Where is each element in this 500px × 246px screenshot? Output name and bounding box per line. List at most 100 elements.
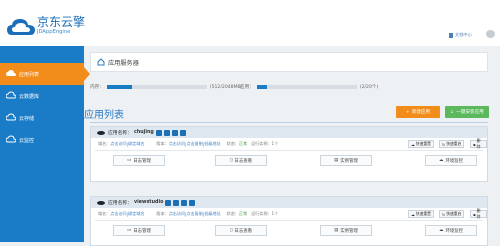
quick-restart-button[interactable]: ↻ 快速重启 xyxy=(439,210,465,218)
log-manage-button[interactable]: ▭ 日志管理 xyxy=(113,225,165,236)
cloud-icon: ☁ xyxy=(439,158,444,163)
database-cloud-icon xyxy=(6,91,16,99)
app-info-row: 域名： 点击访问 | 绑定域名 版本： 点击访问 | 点击复制 | 低级地址 状态： 正常 … xyxy=(91,208,487,220)
info-icon[interactable] xyxy=(189,199,196,206)
app-name: chujing xyxy=(134,130,154,135)
monitor-cloud-icon xyxy=(6,135,16,143)
quick-restart-label: 快速重启 xyxy=(446,141,462,146)
refresh-icon: ↻ xyxy=(442,141,446,147)
app-tools: ▭ 日志管理 ▯ 日志查看 ▤ 实例管理 ☁ 环境监控 xyxy=(91,221,487,238)
apps-bar-fill xyxy=(256,85,267,89)
avatar[interactable] xyxy=(486,30,495,38)
log-view-button[interactable]: ▯ 日志查看 xyxy=(215,225,267,236)
version-label: 版本： xyxy=(156,141,169,146)
list-title: 应用列表 xyxy=(84,106,124,121)
share-icon[interactable] xyxy=(165,199,172,206)
server-icon: ▤ xyxy=(334,158,339,163)
app-tools: ▭ 日志管理 ▯ 日志查看 ▤ 实例管理 ☁ 环境监控 xyxy=(91,151,487,168)
instance-manage-button[interactable]: ▤ 实例管理 xyxy=(320,225,372,236)
version-copy-link[interactable]: 点击复制 xyxy=(186,141,202,147)
sidebar-item-label: 云数据库 xyxy=(19,93,40,100)
delete-button[interactable]: ▪ 删除 xyxy=(470,138,487,149)
instance-count: 1个 xyxy=(271,141,279,146)
quick-restart-label: 快速重启 xyxy=(446,211,462,216)
bind-domain-link[interactable]: 绑定域名 xyxy=(128,141,144,147)
file-icon: ▯ xyxy=(230,228,233,233)
version-addr-link[interactable]: 低级地址 xyxy=(204,141,220,147)
memory-label: 内存： xyxy=(90,85,104,90)
version-addr-link[interactable]: 低级地址 xyxy=(204,211,220,217)
quick-reset-label: 快速重置 xyxy=(415,141,431,146)
apps-bar xyxy=(256,85,357,89)
cloud-icon: ☁ xyxy=(411,141,415,147)
list-title-text: 应用列表 xyxy=(84,110,124,121)
server-icon: ▤ xyxy=(334,228,339,233)
divider xyxy=(90,122,488,123)
one-click-install-button[interactable]: ↓ 一键安装应用 xyxy=(445,106,489,118)
delete-label: 删除 xyxy=(476,138,481,149)
env-monitor-button[interactable]: ☁ 环境监控 xyxy=(425,155,477,166)
settings-icon[interactable] xyxy=(171,129,178,136)
docs-link[interactable]: 文档中心 xyxy=(449,32,472,38)
delete-button[interactable]: ▪ 删除 xyxy=(470,208,487,219)
apps-label: 应用： xyxy=(240,85,254,90)
version-copy-link[interactable]: 点击复制 xyxy=(186,211,202,217)
domain-label: 域名： xyxy=(98,211,111,216)
sidebar-item-monitor[interactable]: 云监控 xyxy=(0,129,84,151)
install-icon: ↓ xyxy=(450,109,455,115)
domain-visit-link[interactable]: 点击访问 xyxy=(110,211,126,217)
log-manage-label: 日志管理 xyxy=(133,158,151,164)
cloud-icon xyxy=(6,70,16,76)
apps-value: (2/20个) xyxy=(359,85,379,90)
settings-icon[interactable] xyxy=(181,199,188,206)
top-bar: 京东云擎 JDAppEngine 文档中心 xyxy=(0,0,500,46)
log-view-label: 日志查看 xyxy=(234,228,252,234)
instance-manage-button[interactable]: ▤ 实例管理 xyxy=(320,155,372,166)
quick-reset-button[interactable]: ☁ 快速重置 xyxy=(408,210,434,218)
app-eye-icon xyxy=(97,130,105,135)
version-visit-link[interactable]: 点击访问 xyxy=(169,141,185,147)
status-badge: 正常 xyxy=(238,141,248,146)
docs-label: 文档中心 xyxy=(455,32,472,37)
info-icon[interactable] xyxy=(179,129,186,136)
log-manage-label: 日志管理 xyxy=(133,228,151,234)
app-name-label: 应用名称： xyxy=(108,201,132,206)
sidebar-item-label: 应用列表 xyxy=(19,71,40,78)
main-content: 应用服务器 内存： (512/2048MB) 应用： (2/20个) 应用列表 … xyxy=(84,46,500,246)
brand-logo[interactable]: 京东云擎 JDAppEngine xyxy=(6,15,85,41)
version-label: 版本： xyxy=(156,211,169,216)
home-icon xyxy=(97,58,105,66)
bind-domain-link[interactable]: 绑定域名 xyxy=(128,211,144,217)
sidebar-item-label: 云存储 xyxy=(19,115,35,122)
log-view-button[interactable]: ▯ 日志查看 xyxy=(215,155,267,166)
status-badge: 正常 xyxy=(238,211,248,216)
status-label: 状态： xyxy=(226,211,239,216)
domain-visit-link[interactable]: 点击访问 xyxy=(110,141,126,147)
git-icon[interactable] xyxy=(173,199,180,206)
trash-icon: ▪ xyxy=(473,211,476,217)
quick-reset-label: 快速重置 xyxy=(415,211,431,216)
git-icon[interactable] xyxy=(163,129,170,136)
sidebar-item-storage[interactable]: 云存储 xyxy=(0,107,84,129)
monitor-icon: ▭ xyxy=(127,228,132,233)
new-app-button[interactable]: + 新建应用 xyxy=(396,106,440,118)
app-eye-icon xyxy=(97,200,105,205)
plus-icon: + xyxy=(405,109,410,115)
memory-quota: 内存： (512/2048MB) xyxy=(90,84,243,91)
sidebar-item-database[interactable]: 云数据库 xyxy=(0,85,84,107)
doc-icon xyxy=(449,32,453,38)
refresh-icon: ↻ xyxy=(442,211,446,217)
log-manage-button[interactable]: ▭ 日志管理 xyxy=(113,155,165,166)
app-name: viewstudio xyxy=(134,200,164,205)
quick-restart-button[interactable]: ↻ 快速重启 xyxy=(439,140,465,148)
instance-manage-label: 实例管理 xyxy=(340,158,358,164)
sidebar-item-apps[interactable]: 应用列表 xyxy=(0,63,90,85)
cloud-icon: ☁ xyxy=(439,228,444,233)
cloud-logo-icon xyxy=(7,19,35,35)
version-visit-link[interactable]: 点击访问 xyxy=(169,211,185,217)
quick-reset-button[interactable]: ☁ 快速重置 xyxy=(408,140,434,148)
env-monitor-button[interactable]: ☁ 环境监控 xyxy=(425,225,477,236)
instance-label: 运行实例： xyxy=(251,141,272,146)
app-name-label: 应用名称： xyxy=(108,131,132,136)
share-icon[interactable] xyxy=(155,129,162,136)
